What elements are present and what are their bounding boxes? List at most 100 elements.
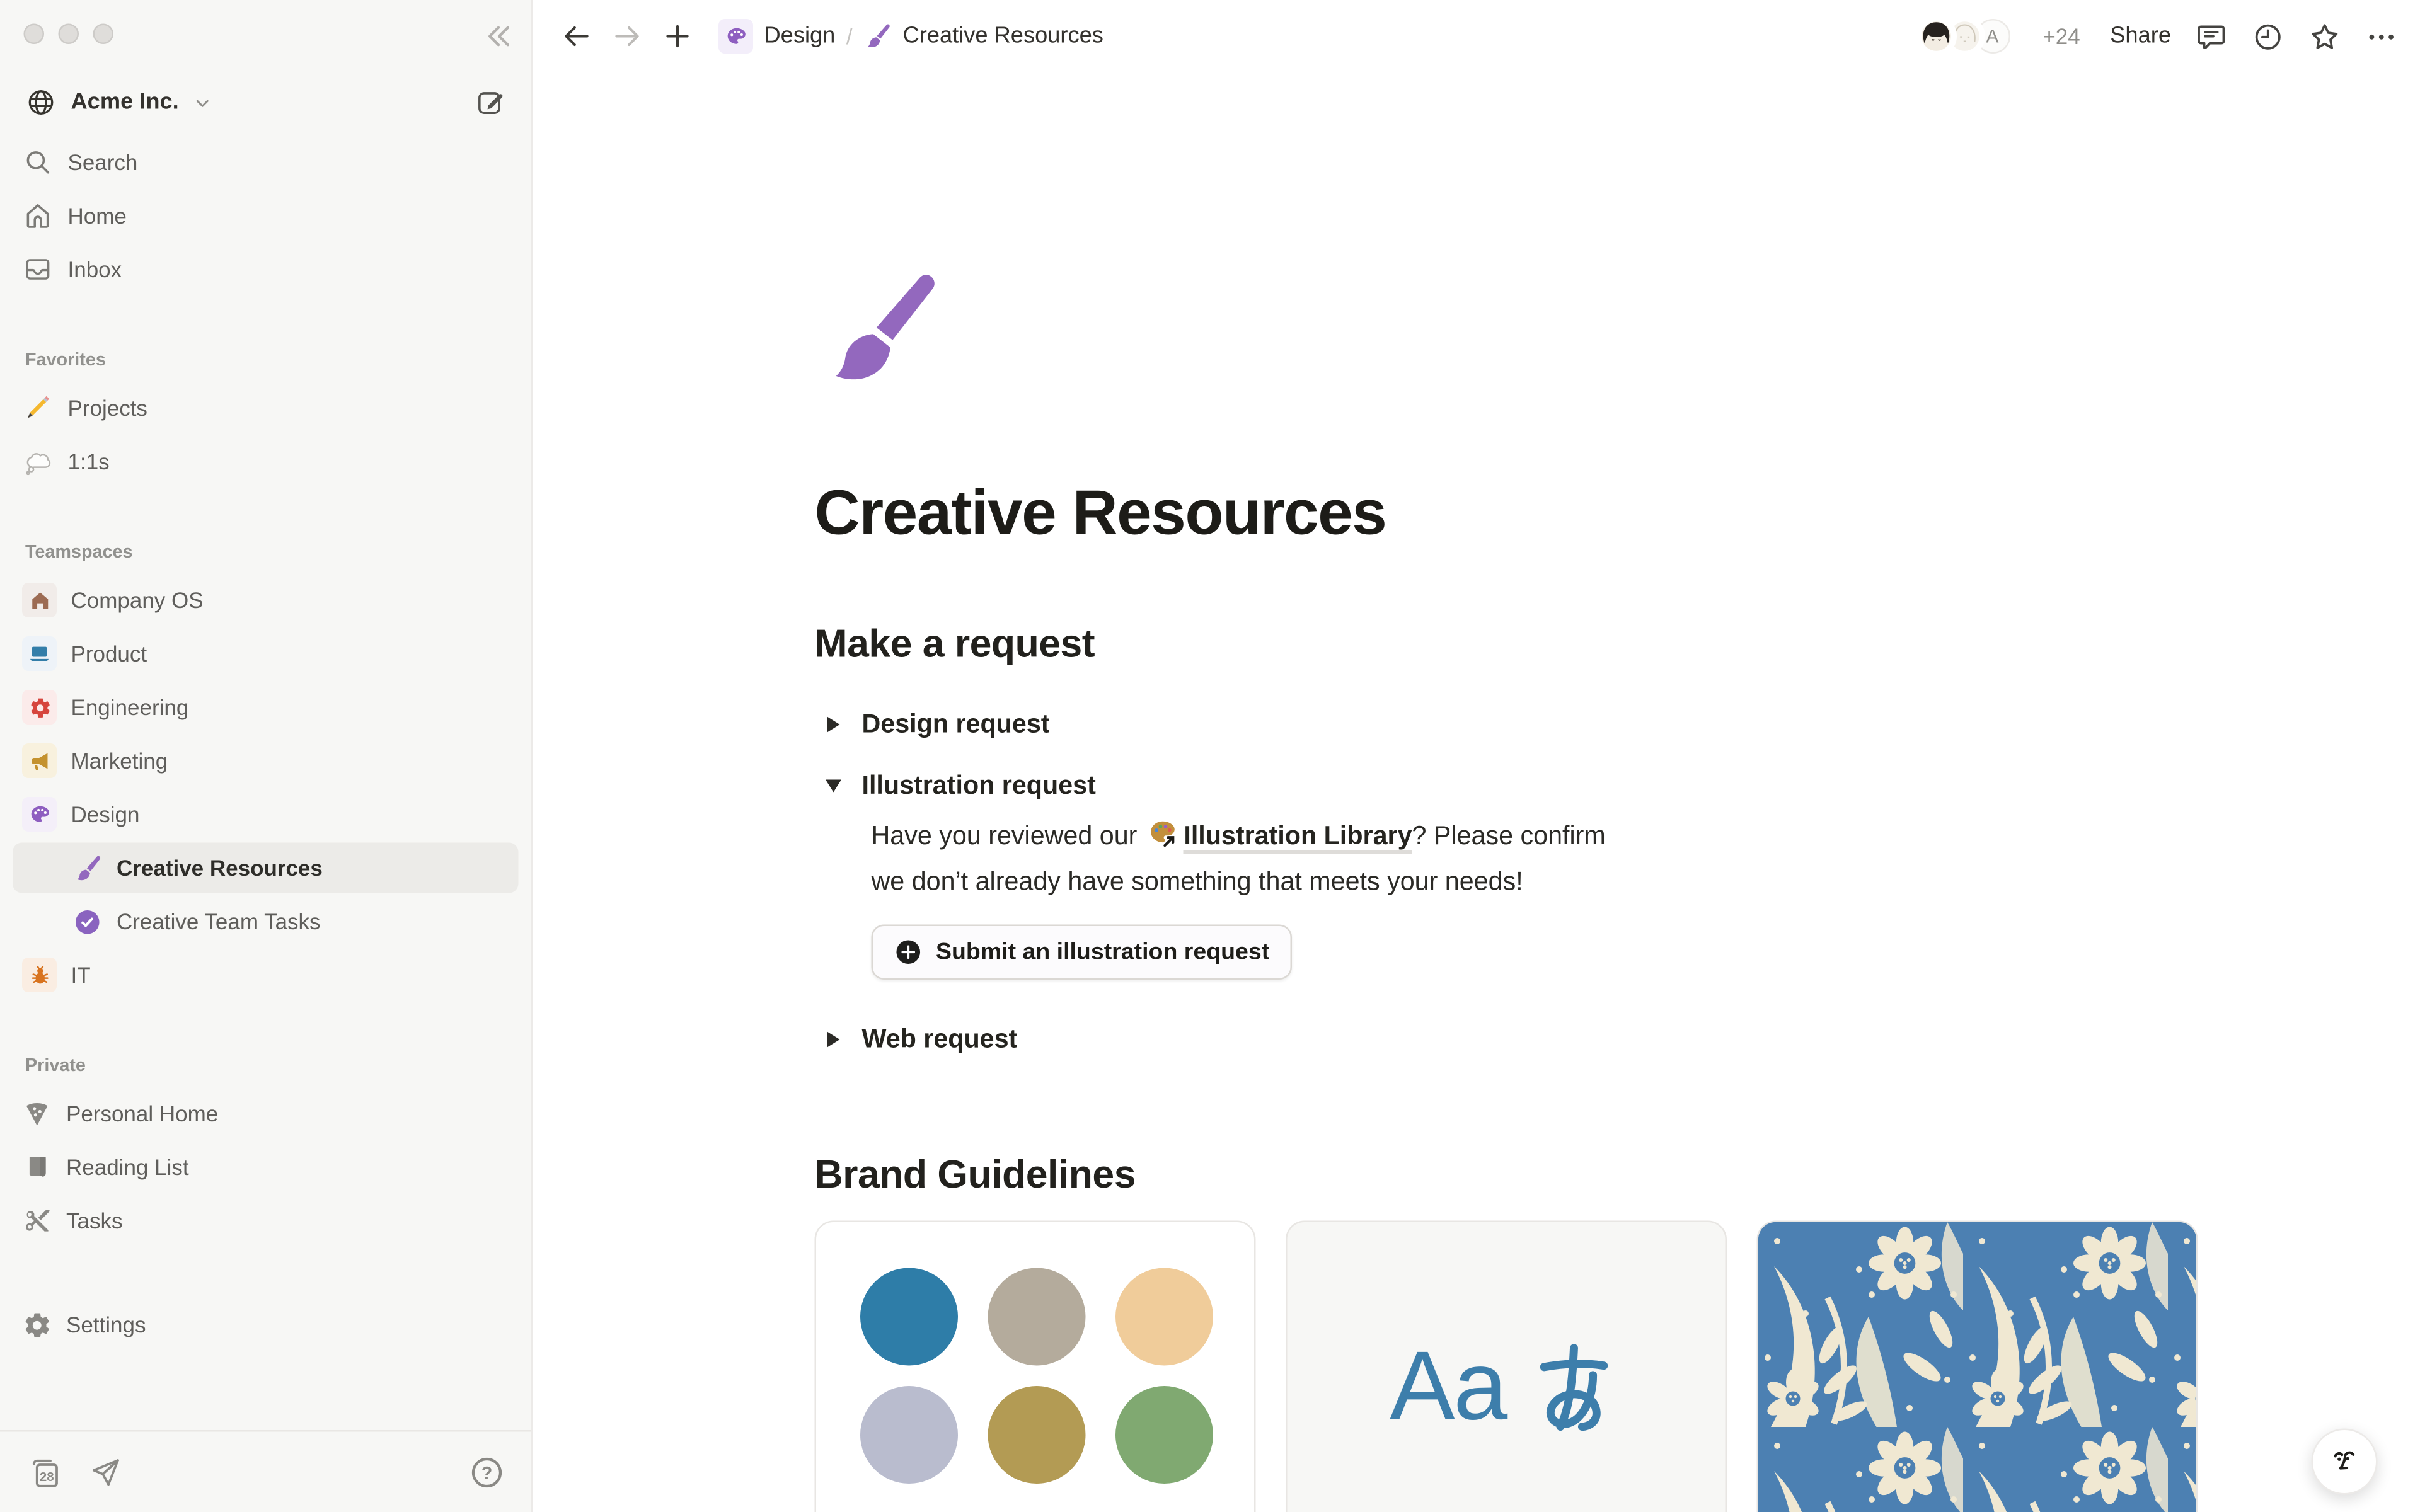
- more-options-icon[interactable]: [2365, 20, 2399, 53]
- sidebar-item-settings[interactable]: Settings: [13, 1300, 519, 1350]
- arrow-left-icon: [561, 21, 592, 52]
- workspace-switcher[interactable]: Acme Inc.: [16, 77, 516, 128]
- submit-illustration-request-button[interactable]: Submit an illustration request: [872, 925, 1292, 980]
- avatar-overflow-count[interactable]: +24: [2043, 24, 2080, 49]
- chevron-down-icon: [193, 94, 210, 112]
- page-title[interactable]: Creative Resources: [815, 479, 2201, 550]
- paper-plane-icon[interactable]: [88, 1455, 123, 1489]
- toggle-design-request[interactable]: Design request: [815, 706, 2201, 743]
- sidebar-item-label: Engineering: [71, 695, 189, 720]
- help-icon[interactable]: ?: [468, 1453, 506, 1491]
- new-page-button[interactable]: [655, 14, 700, 59]
- sidebar-item-label: Personal Home: [66, 1101, 218, 1126]
- brand-palette-card[interactable]: [815, 1221, 1256, 1512]
- home-icon: [22, 200, 54, 232]
- sidebar-footer: 28 ?: [0, 1430, 531, 1512]
- toggle-triangle-icon[interactable]: [815, 706, 853, 743]
- share-button[interactable]: Share: [2110, 24, 2171, 49]
- brand-typography-card[interactable]: Aa: [1286, 1221, 1727, 1512]
- forward-button[interactable]: [605, 14, 649, 59]
- breadcrumb-divider: /: [846, 24, 853, 49]
- scissors-icon: [22, 1206, 52, 1236]
- inbox-icon: [22, 254, 54, 285]
- sidebar-item-marketing[interactable]: Marketing: [13, 736, 519, 786]
- calendar-icon[interactable]: 28: [25, 1453, 63, 1491]
- toggle-triangle-icon[interactable]: [815, 767, 853, 805]
- hiragana-a-glyph: [1525, 1337, 1623, 1435]
- illustration-request-text: Have you reviewed our Illustration Libra…: [872, 815, 1880, 906]
- sidebar-item-label: Company OS: [71, 588, 204, 613]
- house-icon: [22, 583, 57, 617]
- workspace-name: Acme Inc.: [71, 90, 179, 115]
- notion-ai-button[interactable]: [2312, 1429, 2378, 1495]
- sidebar-item-label: Settings: [66, 1312, 146, 1337]
- sidebar-item-label: Creative Team Tasks: [117, 909, 321, 934]
- sidebar-item-reading-list[interactable]: Reading List: [13, 1142, 519, 1193]
- teamspaces-section-label: Teamspaces: [25, 544, 506, 563]
- sidebar-item-it[interactable]: IT: [13, 950, 519, 1000]
- topbar-actions: A +24 Share: [1915, 16, 2398, 57]
- double-chevron-left-icon: [479, 19, 514, 54]
- search-icon: [22, 147, 54, 178]
- sidebar-item-creative-resources[interactable]: Creative Resources: [13, 843, 519, 893]
- check-circle-icon: [72, 907, 103, 937]
- favorites-section-label: Favorites: [25, 352, 506, 370]
- toggle-illustration-request[interactable]: Illustration request: [815, 767, 2201, 805]
- paintbrush-icon: [863, 22, 892, 50]
- brand-cards: Aa: [815, 1221, 2201, 1512]
- arrow-right-icon: [611, 21, 643, 52]
- thought-cloud-icon: [22, 446, 54, 478]
- breadcrumb: Design / Creative Resources: [718, 19, 1103, 54]
- sidebar-item-home[interactable]: Home: [13, 191, 519, 241]
- sidebar-item-projects[interactable]: Projects: [13, 383, 519, 433]
- back-button[interactable]: [555, 14, 599, 59]
- heading-make-a-request[interactable]: Make a request: [815, 622, 2201, 668]
- sidebar-collapse-button[interactable]: [478, 18, 516, 55]
- sidebar-item-inbox[interactable]: Inbox: [13, 244, 519, 295]
- palette-swatch: [988, 1268, 1086, 1366]
- sidebar-item-engineering[interactable]: Engineering: [13, 682, 519, 733]
- circle-plus-icon: [894, 937, 924, 968]
- traffic-light-minimize[interactable]: [59, 24, 79, 45]
- breadcrumb-item-creative-resources[interactable]: Creative Resources: [863, 22, 1103, 50]
- sidebar-item-product[interactable]: Product: [13, 629, 519, 679]
- history-clock-icon[interactable]: [2252, 20, 2285, 53]
- comments-icon[interactable]: [2195, 20, 2228, 53]
- sidebar-item-design[interactable]: Design: [13, 789, 519, 840]
- sidebar-item-label: IT: [71, 963, 91, 988]
- svg-text:28: 28: [40, 1469, 54, 1484]
- sidebar-item-label: Product: [71, 641, 147, 667]
- sidebar-item-label: Inbox: [68, 257, 122, 282]
- heading-brand-guidelines[interactable]: Brand Guidelines: [815, 1153, 2201, 1199]
- sidebar: Acme Inc. Search Home Inbox Favorites Pr…: [0, 0, 533, 1512]
- plus-icon: [662, 21, 693, 52]
- palette-emoji-icon: [1148, 818, 1179, 849]
- collaborator-avatars[interactable]: A: [1915, 16, 2013, 57]
- sidebar-item-tasks[interactable]: Tasks: [13, 1196, 519, 1246]
- toggle-web-request[interactable]: Web request: [815, 1021, 2201, 1058]
- traffic-light-zoom[interactable]: [93, 24, 114, 45]
- compose-icon[interactable]: [475, 87, 506, 118]
- breadcrumb-item-design[interactable]: Design: [718, 19, 835, 54]
- page-icon-paintbrush[interactable]: [815, 265, 944, 394]
- traffic-light-close[interactable]: [24, 24, 45, 45]
- sidebar-item-label: Projects: [68, 396, 147, 421]
- sidebar-nav: Search Home Inbox: [0, 137, 531, 295]
- sidebar-item-company-os[interactable]: Company OS: [13, 575, 519, 626]
- star-icon[interactable]: [2308, 20, 2342, 53]
- illustration-library-link[interactable]: Illustration Library: [1184, 822, 1412, 854]
- laptop-icon: [22, 636, 57, 671]
- sidebar-item-creative-team-tasks[interactable]: Creative Team Tasks: [13, 896, 519, 947]
- sidebar-item-search[interactable]: Search: [13, 137, 519, 188]
- brand-pattern-card[interactable]: [1757, 1221, 2198, 1512]
- pencil-icon: [22, 392, 54, 424]
- sidebar-item-1-1s[interactable]: 1:1s: [13, 437, 519, 487]
- palette-icon: [22, 797, 57, 832]
- sidebar-item-personal-home[interactable]: Personal Home: [13, 1089, 519, 1139]
- sidebar-item-label: Search: [68, 150, 138, 175]
- palette-icon: [718, 19, 753, 54]
- svg-text:?: ?: [481, 1463, 493, 1483]
- illustration-library-mention[interactable]: [1148, 818, 1179, 849]
- type-sample-latin: Aa: [1390, 1330, 1506, 1442]
- toggle-triangle-icon[interactable]: [815, 1021, 853, 1058]
